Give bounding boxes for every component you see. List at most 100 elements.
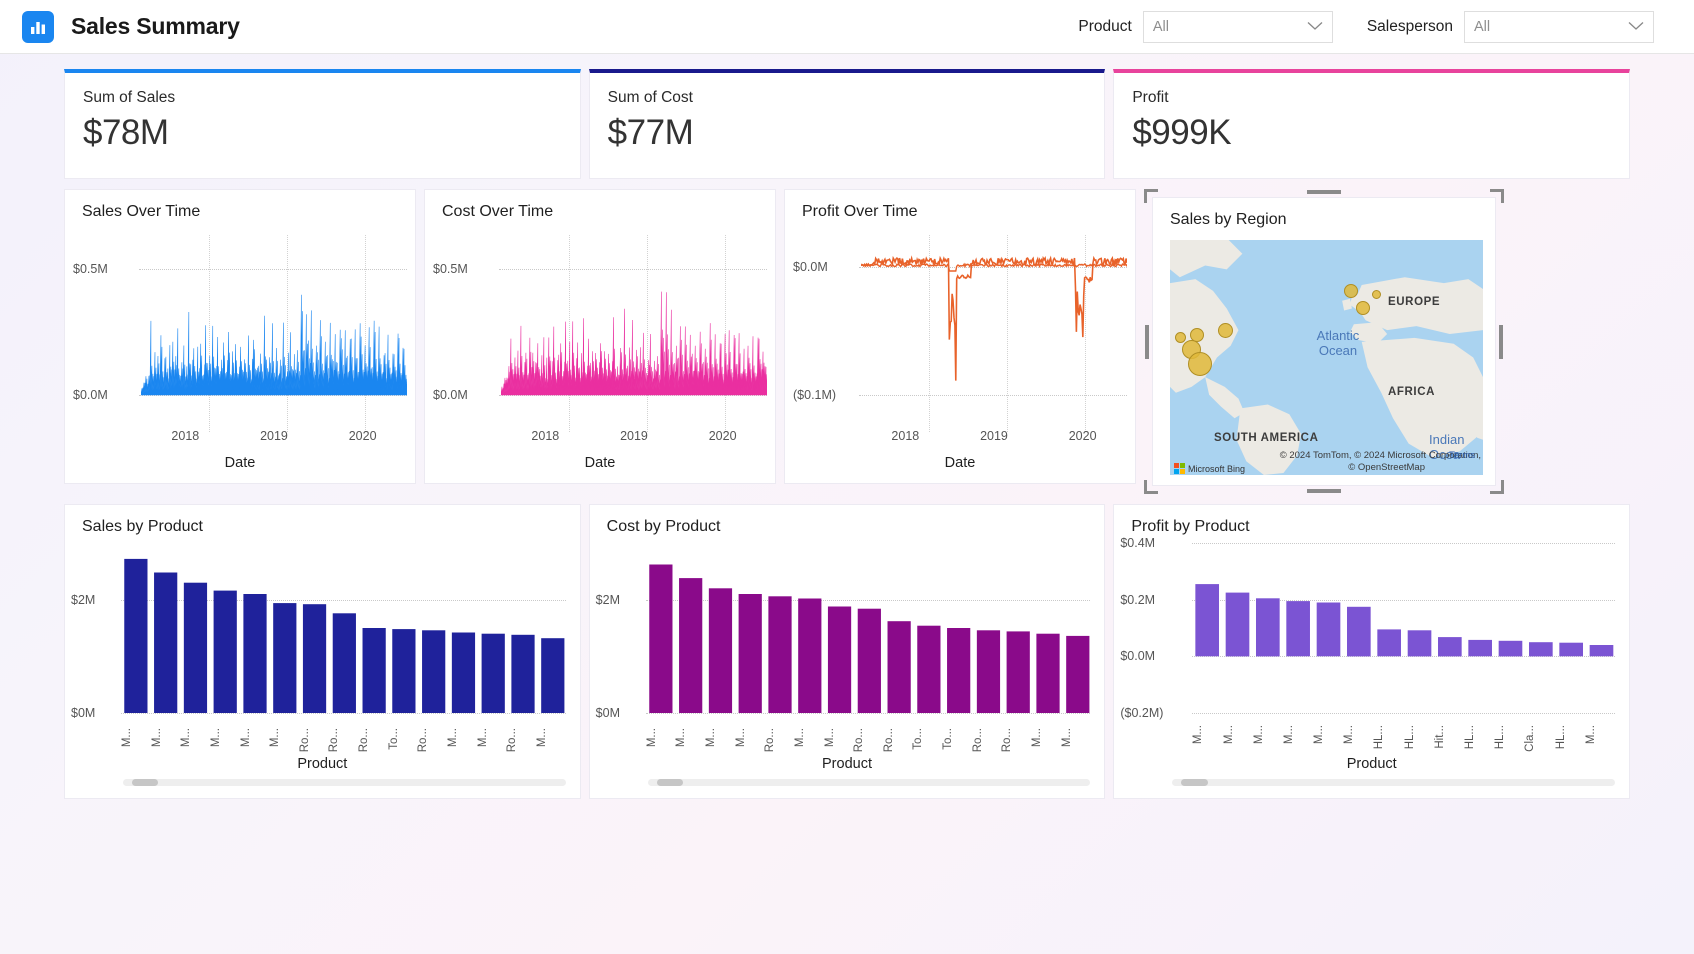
map-bubble[interactable] [1218,323,1233,338]
x-axis-tick: To... [942,727,955,750]
x-axis-tick: M... [1584,725,1597,745]
x-axis-tick: 2020 [708,429,737,443]
horizontal-scrollbar[interactable] [123,779,566,786]
data-series [141,227,407,432]
y-axis-tick: $0.5M [433,262,468,276]
x-axis-tick: M... [823,727,836,747]
x-axis-tick: M... [1282,725,1295,745]
x-axis-tick: M... [476,727,489,747]
kpi-label: Sum of Sales [83,89,176,106]
chart-cost-over-time[interactable]: Cost Over Time $0.5M $0.0M 2018 2019 2020 D… [424,189,776,484]
chart-cost-by-product[interactable]: Cost by Product $2M $0M M... M... M... M... R… [588,504,1106,799]
x-axis-tick: M... [1313,725,1326,745]
y-axis-tick: $0.0M [793,260,828,274]
x-axis-ticks: 2018 2019 2020 [861,429,1127,443]
x-axis-tick: 2018 [891,429,920,443]
kpi-card-profit[interactable]: Profit $999K [1113,69,1631,179]
x-axis-tick: M... [269,727,282,747]
product-filter-select[interactable]: All [1142,10,1333,43]
x-axis-tick: Ro... [1001,727,1014,752]
horizontal-scrollbar[interactable] [647,779,1091,786]
salesperson-filter: Salesperson All [1366,10,1654,43]
gridline [1192,713,1616,714]
horizontal-scrollbar[interactable] [1172,779,1616,786]
chart-profit-by-product[interactable]: Profit by Product $0.4M $0.2M $0.0M ($0.2M)… [1113,504,1631,799]
chart-title: Profit by Product [1131,518,1250,535]
map-attribution-osm[interactable]: © OpenStreetMap [1348,462,1425,473]
y-axis-tick: $0.0M [73,388,108,402]
plot-area: $0.0M ($0.1M) [785,227,1135,432]
product-charts-row: Sales by Product $2M $0M M... M... M... M...… [64,504,1631,799]
resize-handle-bottom[interactable] [1307,489,1341,493]
x-axis-tick: 2020 [1068,429,1097,443]
kpi-row: Sum of Sales $78M Sum of Cost $77M Profi… [64,69,1631,179]
chart-title: Sales Over Time [82,203,201,220]
x-axis-title: Date [224,455,256,471]
kpi-card-sum-of-cost[interactable]: Sum of Cost $77M [588,69,1106,179]
salesperson-filter-select[interactable]: All [1464,10,1654,43]
x-axis-tick: Ro... [358,727,371,752]
x-axis-tick: M... [209,727,222,747]
scrollbar-thumb[interactable] [131,779,159,786]
x-axis-tick: M... [121,727,133,747]
map-bubble[interactable] [1372,290,1381,299]
x-axis-tick: 2018 [531,429,560,443]
x-axis-tick: M... [1192,725,1205,745]
x-axis-tick: HL... [1554,725,1567,750]
x-axis-tick: 2019 [620,429,648,443]
x-axis-tick: M... [150,727,163,747]
x-axis-category-labels: M... M... M... M... Ro... M... M... Ro... Ro... T… [646,728,1091,752]
x-axis-tick: M... [645,727,658,747]
map-canvas[interactable]: Atlantic Ocean Indian Ocea EUROPE AFRICA S… [1170,240,1483,475]
chart-title: Sales by Product [82,518,203,535]
x-axis-tick: Hit... [1433,725,1446,749]
y-axis-tick: $2M [71,592,96,607]
x-axis-tick: M... [675,727,688,747]
microsoft-bing-logo: Microsoft Bing [1174,463,1245,474]
map-label-africa: AFRICA [1388,386,1436,398]
x-axis-title: Date [944,455,976,471]
product-filter-value: All [1152,18,1169,35]
plot-area: $2M $0M [65,543,580,720]
chart-sales-by-region[interactable]: Sales by Region Atlantic Ocean Indian Oc… [1152,197,1496,486]
chart-profit-over-time[interactable]: Profit Over Time $0.0M ($0.1M) 2018 2019 20… [784,189,1136,484]
y-axis-tick: $0M [71,706,96,720]
plot-area: $0.4M $0.2M $0.0M ($0.2M) [1114,536,1629,720]
x-axis-tick: Ro... [328,727,341,752]
page-title: Sales Summary [71,13,240,39]
bar-chart-icon [22,10,54,43]
product-filter: Product All [1078,10,1333,43]
map-attribution-terms[interactable]: Terms [1449,450,1475,461]
resize-handle-right[interactable] [1499,324,1503,359]
scrollbar-thumb[interactable] [656,779,684,786]
y-axis-tick: ($0.1M) [793,388,837,402]
map-bubble[interactable] [1356,301,1370,315]
chart-sales-over-time[interactable]: Sales Over Time $0.5M $0.0M 2018 2019 2020 … [64,189,416,484]
salesperson-filter-label: Salesperson [1366,17,1453,35]
x-axis-tick: HL... [1403,725,1416,750]
x-axis-ticks: 2018 2019 2020 [141,429,407,443]
y-axis-tick: $0.5M [73,262,108,276]
salesperson-filter-value: All [1474,18,1491,35]
scrollbar-thumb[interactable] [1181,779,1208,786]
x-axis-tick: Ro... [971,727,984,752]
map-bubble[interactable] [1344,284,1358,298]
bar-series [646,543,1093,713]
map-bubble[interactable] [1175,332,1186,343]
chart-sales-by-product[interactable]: Sales by Product $2M $0M M... M... M... M...… [64,504,581,799]
microsoft-bing-label: Microsoft Bing [1188,463,1246,474]
chevron-down-icon [1628,18,1644,36]
x-axis-tick: M... [535,727,548,747]
plot-area: $0.5M $0.0M [425,227,775,432]
plot-area: $0.5M $0.0M [65,227,415,432]
data-series [861,227,1127,432]
y-axis-tick: $0.2M [1120,592,1156,607]
x-axis-ticks: 2018 2019 2020 [501,429,767,443]
resize-handle-left[interactable] [1145,324,1149,359]
x-axis-tick: M... [704,727,717,747]
x-axis-tick: M... [180,727,193,747]
kpi-card-sum-of-sales[interactable]: Sum of Sales $78M [64,69,581,179]
resize-handle-top[interactable] [1307,190,1341,194]
chart-title: Profit Over Time [802,203,918,220]
map-bubble[interactable] [1188,352,1212,376]
